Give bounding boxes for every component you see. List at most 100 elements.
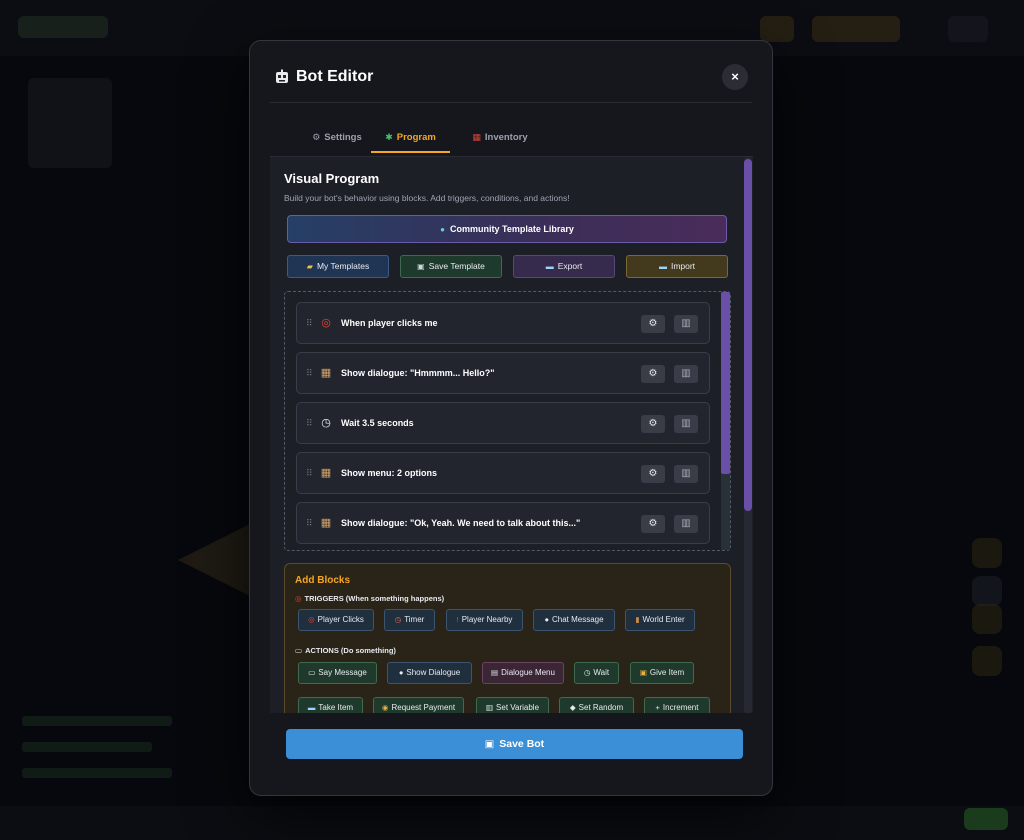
add-action-dialogue-menu[interactable]: ▤ Dialogue Menu	[482, 662, 564, 684]
add-action-increment[interactable]: + Increment	[644, 697, 710, 713]
community-template-library-button[interactable]: ● Community Template Library	[287, 215, 727, 243]
my-templates-button[interactable]: ▰ My Templates	[287, 255, 389, 278]
chip-label: Set Variable	[496, 703, 540, 712]
add-action-take-item[interactable]: ▬ Take Item	[298, 697, 363, 713]
add-blocks-title: Add Blocks	[295, 575, 351, 586]
drag-handle-icon[interactable]: ⠿	[306, 518, 313, 529]
block-settings-button[interactable]: ⚙	[641, 515, 665, 533]
package-icon: ▦	[320, 517, 332, 529]
save-template-button[interactable]: ▣ Save Template	[400, 255, 502, 278]
block-label: Show dialogue: "Ok, Yeah. We need to tal…	[341, 518, 581, 528]
alarm-clock-icon: ◷	[394, 615, 402, 624]
modal-title: Bot Editor	[296, 68, 374, 85]
triggers-heading: ◎ TRIGGERS (When something happens)	[295, 594, 444, 603]
heading-label: TRIGGERS (When something happens)	[304, 594, 445, 603]
chip-label: World Enter	[642, 615, 685, 624]
drag-handle-icon[interactable]: ⠿	[306, 468, 313, 479]
program-panel: Visual Program Build your bot's behavior…	[270, 156, 753, 713]
add-action-give-item[interactable]: ▣ Give Item	[630, 662, 694, 684]
button-label: Community Template Library	[449, 224, 574, 234]
program-canvas[interactable]: ⠿ ◎ When player clicks me ⚙ ▥ ⠿ ▦ Show d…	[284, 291, 731, 551]
tab-label: Inventory	[484, 132, 528, 143]
background-logo	[18, 16, 108, 38]
add-action-set-random[interactable]: ◆ Set Random	[559, 697, 634, 713]
background-button	[948, 16, 988, 42]
add-trigger-world-enter[interactable]: ▮ World Enter	[625, 609, 695, 631]
background-button	[964, 808, 1008, 830]
add-action-set-variable[interactable]: ▥ Set Variable	[476, 697, 549, 713]
folder-icon: ▰	[306, 262, 313, 271]
section-title: Visual Program	[284, 171, 380, 186]
program-block[interactable]: ⠿ ◷ Wait 3.5 seconds ⚙ ▥	[296, 402, 710, 444]
target-icon: ◎	[308, 615, 315, 624]
add-trigger-timer[interactable]: ◷ Timer	[384, 609, 435, 631]
drag-handle-icon[interactable]: ⠿	[306, 318, 313, 329]
background-side-button	[972, 604, 1002, 634]
clipboard-icon: ▤	[491, 668, 499, 677]
save-bot-button[interactable]: ▣ Save Bot	[286, 729, 743, 759]
drag-handle-icon[interactable]: ⠿	[306, 418, 313, 429]
background-row	[22, 716, 172, 726]
robot-icon	[276, 69, 288, 83]
modal-header: Bot Editor ×	[270, 41, 752, 103]
export-button[interactable]: ▬ Export	[513, 255, 615, 278]
canvas-scrollbar-thumb[interactable]	[721, 292, 730, 474]
block-delete-button[interactable]: ▥	[674, 515, 698, 533]
plus-icon: +	[655, 703, 660, 712]
tab-program[interactable]: ✱ Program	[371, 123, 450, 153]
chip-label: Take Item	[318, 703, 354, 712]
chip-label: Give Item	[649, 668, 685, 677]
block-settings-button[interactable]: ⚙	[641, 415, 665, 433]
button-label: Save Bot	[499, 738, 545, 750]
block-delete-button[interactable]: ▥	[674, 365, 698, 383]
block-settings-button[interactable]: ⚙	[641, 365, 665, 383]
tray-icon: ▬	[307, 703, 316, 712]
block-delete-button[interactable]: ▥	[674, 465, 698, 483]
add-action-show-dialogue[interactable]: ● Show Dialogue	[387, 662, 472, 684]
add-trigger-chat-message[interactable]: ● Chat Message	[533, 609, 615, 631]
program-block[interactable]: ⠿ ▦ Show dialogue: "Ok, Yeah. We need to…	[296, 502, 710, 544]
door-icon: ▮	[635, 615, 640, 624]
import-button[interactable]: ▬ Import	[626, 255, 728, 278]
program-block[interactable]: ⠿ ▦ Show menu: 2 options ⚙ ▥	[296, 452, 710, 494]
stopwatch-icon: ◷	[321, 417, 331, 429]
block-label: When player clicks me	[341, 318, 438, 328]
background-row	[22, 768, 172, 778]
background-button	[812, 16, 900, 42]
background-side-button	[972, 538, 1002, 568]
add-trigger-player-clicks[interactable]: ◎ Player Clicks	[298, 609, 374, 631]
add-trigger-player-nearby[interactable]: ! Player Nearby	[446, 609, 523, 631]
block-settings-button[interactable]: ⚙	[641, 465, 665, 483]
gear-icon: ⚙	[312, 132, 321, 142]
speech-bubble-icon: ●	[398, 668, 404, 677]
program-block[interactable]: ⠿ ◎ When player clicks me ⚙ ▥	[296, 302, 710, 344]
panel-scrollbar-thumb[interactable]	[744, 159, 752, 511]
button-label: My Templates	[316, 261, 370, 271]
block-delete-button[interactable]: ▥	[674, 315, 698, 333]
background-bottombar	[0, 806, 1024, 840]
program-block[interactable]: ⠿ ▦ Show dialogue: "Hmmmm... Hello?" ⚙ ▥	[296, 352, 710, 394]
block-label: Show dialogue: "Hmmmm... Hello?"	[341, 368, 495, 378]
button-label: Save Template	[428, 261, 485, 271]
add-action-wait[interactable]: ◷ Wait	[574, 662, 619, 684]
chip-label: Increment	[662, 703, 699, 712]
add-action-request-payment[interactable]: ◉ Request Payment	[373, 697, 464, 713]
background-panel	[28, 78, 112, 168]
block-label: Wait 3.5 seconds	[341, 418, 414, 428]
close-button[interactable]: ×	[722, 64, 748, 90]
heading-label: ACTIONS (Do something)	[305, 646, 396, 655]
tab-label: Settings	[324, 132, 362, 143]
block-settings-button[interactable]: ⚙	[641, 315, 665, 333]
chip-label: Dialogue Menu	[501, 668, 555, 677]
actions-heading: ▭ ACTIONS (Do something)	[295, 646, 396, 655]
message-icon: ▭	[308, 668, 316, 677]
tab-settings[interactable]: ⚙ Settings	[292, 123, 382, 153]
chip-label: Say Message	[318, 668, 367, 677]
section-subtitle: Build your bot's behavior using blocks. …	[284, 193, 570, 203]
background-side-button	[972, 646, 1002, 676]
block-delete-button[interactable]: ▥	[674, 415, 698, 433]
add-blocks-panel: Add Blocks ◎ TRIGGERS (When something hap…	[284, 563, 731, 713]
drag-handle-icon[interactable]: ⠿	[306, 368, 313, 379]
tab-inventory[interactable]: ▦ Inventory	[458, 123, 542, 153]
add-action-say-message[interactable]: ▭ Say Message	[298, 662, 377, 684]
